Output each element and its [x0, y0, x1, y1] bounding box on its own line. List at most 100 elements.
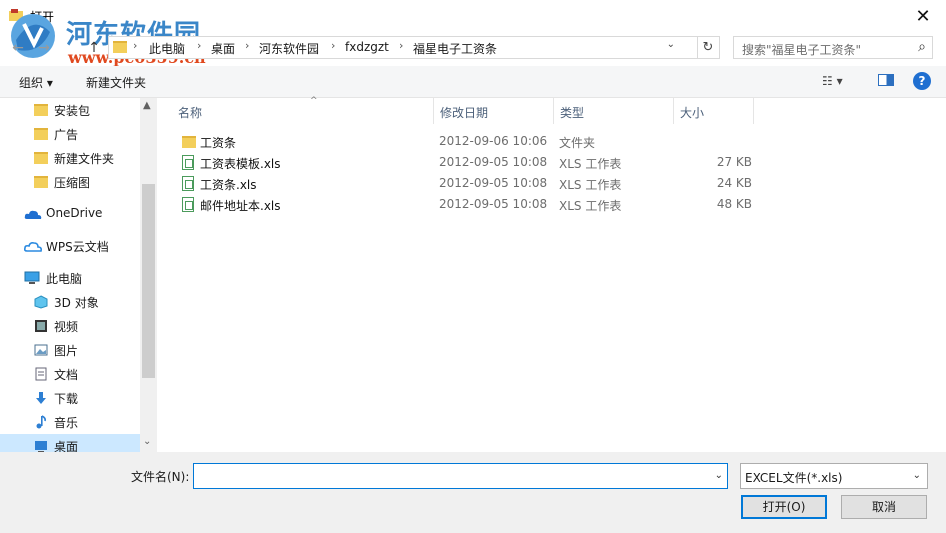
chevron-down-icon[interactable]: ⌄ [667, 39, 675, 50]
close-button[interactable]: ✕ [900, 0, 946, 32]
sort-ascending-icon: ^ [310, 96, 318, 106]
nav-item-ads[interactable]: 广告 [0, 122, 140, 146]
file-name: 邮件地址本.xls [200, 199, 281, 213]
xls-file-icon [182, 155, 194, 170]
xls-file-icon [182, 197, 194, 212]
file-name: 工资条 [200, 136, 237, 150]
organize-button[interactable]: 组织 ▾ [19, 74, 53, 91]
open-file-dialog: 打开 ✕ 河东软件园 www.pc0359.cn ← → ↑ › 此电脑 › 桌… [0, 0, 946, 533]
nav-item-desktop[interactable]: 桌面 [0, 434, 140, 452]
file-size: 27 KB [716, 155, 752, 169]
help-icon[interactable]: ? [913, 72, 931, 90]
search-icon[interactable]: ⌕ [918, 39, 926, 55]
address-bar[interactable]: › 此电脑 › 桌面 › 河东软件园 › fxdzgzt › 福星电子工资条 ⌄ [108, 36, 698, 59]
file-row[interactable]: 邮件地址本.xls 2012-09-05 10:08 XLS 工作表 48 KB [172, 194, 752, 215]
refresh-icon: ↻ [702, 40, 714, 55]
refresh-button[interactable]: ↻ [697, 36, 720, 59]
nav-item-this-pc[interactable]: 此电脑 [0, 266, 140, 290]
folder-icon [34, 104, 48, 116]
nav-item-wps-cloud[interactable]: WPS云文档 [0, 234, 140, 258]
nav-item-label: 此电脑 [46, 272, 83, 286]
nav-item-label: 文档 [54, 368, 79, 382]
file-type-filter[interactable]: EXCEL文件(*.xls) ⌄ [740, 463, 928, 489]
file-name: 工资条.xls [200, 178, 257, 192]
nav-item-videos[interactable]: 视频 [0, 314, 140, 338]
nav-item-pictures[interactable]: 图片 [0, 338, 140, 362]
breadcrumb-hedong[interactable]: 河东软件园 [259, 40, 319, 57]
nav-item-label: 压缩图 [54, 176, 91, 190]
desktop-icon [35, 441, 47, 452]
filter-value: EXCEL文件(*.xls) [745, 471, 843, 485]
wps-cloud-icon [24, 242, 42, 252]
cloud-icon [24, 210, 42, 219]
file-type: XLS 工作表 [559, 178, 622, 192]
preview-pane-icon[interactable] [878, 74, 894, 86]
file-modified: 2012-09-06 10:06 [439, 134, 548, 148]
search-input[interactable]: 搜索"福星电子工资条" ⌕ [733, 36, 933, 59]
nav-item-installers[interactable]: 安装包 [0, 98, 140, 122]
file-type: XLS 工作表 [559, 157, 622, 171]
column-header-label: 名称 [178, 106, 203, 120]
back-button[interactable]: ← [8, 38, 28, 58]
nav-item-label: 下载 [54, 392, 79, 406]
view-options-button[interactable]: ☷ ▾ [822, 74, 843, 88]
nav-item-label: WPS云文档 [46, 240, 109, 254]
breadcrumb-separator: › [399, 39, 404, 52]
column-header-label: 修改日期 [440, 106, 489, 120]
nav-item-label: OneDrive [46, 206, 103, 220]
file-size: 24 KB [716, 176, 752, 190]
file-row[interactable]: 工资条.xls 2012-09-05 10:08 XLS 工作表 24 KB [172, 173, 752, 194]
nav-item-3d-objects[interactable]: 3D 对象 [0, 290, 140, 314]
nav-item-onedrive[interactable]: OneDrive [0, 202, 140, 226]
filename-input[interactable]: ⌄ [193, 463, 728, 489]
nav-item-downloads[interactable]: 下载 [0, 386, 140, 410]
file-name: 工资表模板.xls [200, 157, 281, 171]
folder-icon [34, 152, 48, 164]
breadcrumb-fxdzgzt[interactable]: fxdzgzt [345, 40, 389, 54]
column-header-label: 大小 [680, 106, 705, 120]
breadcrumb-current[interactable]: 福星电子工资条 [413, 40, 497, 57]
navigation-pane: 安装包 广告 新建文件夹 压缩图 OneDrive WPS云文档 此电脑 3D [0, 98, 157, 452]
folder-icon [113, 41, 127, 53]
breadcrumb-this-pc[interactable]: 此电脑 [149, 40, 185, 57]
computer-icon [24, 271, 40, 284]
folder-icon [34, 128, 48, 140]
xls-file-icon [182, 176, 194, 191]
scroll-up-icon[interactable]: ▲ [143, 100, 151, 111]
scroll-down-icon[interactable]: ⌄ [143, 436, 151, 447]
file-type: 文件夹 [559, 136, 596, 150]
breadcrumb-separator: › [245, 39, 250, 52]
open-button[interactable]: 打开(O) [741, 495, 827, 519]
search-placeholder: 搜索"福星电子工资条" [742, 43, 862, 57]
close-icon: ✕ [915, 5, 931, 27]
chevron-down-icon: ⌄ [912, 470, 921, 481]
column-header-name[interactable]: 名称 ^ [172, 96, 434, 124]
nav-item-label: 广告 [54, 128, 79, 142]
breadcrumb-desktop[interactable]: 桌面 [211, 40, 235, 57]
nav-scrollbar[interactable]: ▲ ⌄ [140, 98, 157, 452]
nav-item-new-folder[interactable]: 新建文件夹 [0, 146, 140, 170]
breadcrumb-separator: › [331, 39, 336, 52]
nav-item-label: 安装包 [54, 104, 91, 118]
file-row[interactable]: 工资条 2012-09-06 10:06 文件夹 [172, 131, 752, 152]
column-header-size[interactable]: 大小 [674, 98, 754, 124]
chevron-down-icon[interactable]: ⌄ [715, 470, 723, 481]
document-icon [35, 367, 47, 381]
breadcrumb-separator: › [197, 39, 202, 52]
nav-item-compressed-images[interactable]: 压缩图 [0, 170, 140, 194]
nav-item-documents[interactable]: 文档 [0, 362, 140, 386]
up-button[interactable]: ↑ [84, 38, 104, 58]
bottom-panel: 文件名(N): ⌄ EXCEL文件(*.xls) ⌄ 打开(O) 取消 [0, 452, 946, 533]
new-folder-button[interactable]: 新建文件夹 [86, 74, 146, 91]
forward-button[interactable]: → [34, 38, 54, 58]
address-row: ← → ↑ › 此电脑 › 桌面 › 河东软件园 › fxdzgzt › 福星电… [0, 34, 946, 62]
cancel-button[interactable]: 取消 [841, 495, 927, 519]
nav-item-label: 音乐 [54, 416, 79, 430]
filename-label: 文件名(N): [131, 470, 190, 484]
scrollbar-thumb[interactable] [142, 184, 155, 378]
column-header-type[interactable]: 类型 [554, 98, 674, 124]
file-row[interactable]: 工资表模板.xls 2012-09-05 10:08 XLS 工作表 27 KB [172, 152, 752, 173]
column-header-modified[interactable]: 修改日期 [434, 98, 554, 124]
nav-item-music[interactable]: 音乐 [0, 410, 140, 434]
file-modified: 2012-09-05 10:08 [439, 155, 548, 169]
